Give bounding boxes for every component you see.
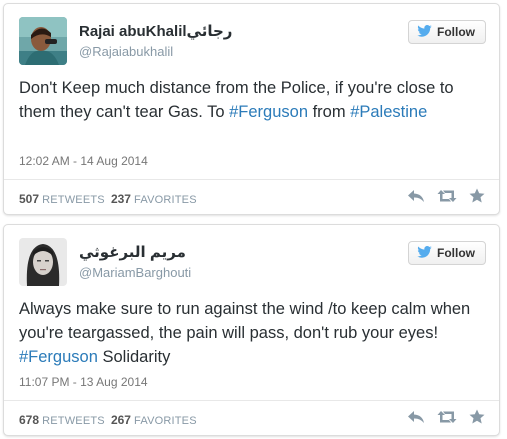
twitter-bird-icon [417, 245, 432, 261]
hashtag-link[interactable]: #Palestine [350, 103, 427, 121]
user-handle[interactable]: @MariamBarghouti [79, 265, 191, 280]
tweet-text-part: Solidarity [97, 348, 171, 366]
tweet-timestamp[interactable]: 11:07 PM - 13 Aug 2014 [19, 375, 148, 389]
favorite-count[interactable]: 267 [111, 413, 131, 427]
retweet-label: RETWEETS [42, 194, 105, 206]
divider [4, 400, 499, 401]
tweet-text-part: Always make sure to run against the wind… [19, 300, 471, 342]
follow-button[interactable]: Follow [408, 241, 486, 265]
reply-icon[interactable] [407, 410, 425, 429]
favorite-label: FAVORITES [134, 415, 197, 427]
display-name-arabic: رجائي [186, 23, 233, 40]
follow-button[interactable]: Follow [408, 20, 486, 44]
twitter-bird-icon [417, 24, 432, 40]
retweet-label: RETWEETS [42, 415, 105, 427]
tweet-embed-page: Rajai abuKhalilرجائي @Rajaiabukhalil Fol… [0, 0, 507, 439]
hashtag-link[interactable]: #Ferguson [19, 348, 98, 366]
tweet-text: Always make sure to run against the wind… [19, 297, 485, 369]
follow-label: Follow [437, 25, 475, 39]
display-name[interactable]: مريم البرغوثي [79, 243, 186, 261]
display-name-arabic: مريم البرغوثي [79, 244, 186, 261]
user-handle[interactable]: @Rajaiabukhalil [79, 44, 173, 59]
avatar[interactable] [19, 17, 67, 65]
hashtag-link[interactable]: #Ferguson [229, 103, 308, 121]
reply-icon[interactable] [407, 189, 425, 208]
divider [4, 179, 499, 180]
tweet-actions [407, 188, 485, 208]
favorite-label: FAVORITES [134, 194, 197, 206]
tweet-card: مريم البرغوثي @MariamBarghouti Follow Al… [3, 224, 500, 436]
follow-label: Follow [437, 246, 475, 260]
retweet-icon[interactable] [437, 189, 457, 208]
tweet-text: Don't Keep much distance from the Police… [19, 76, 485, 124]
tweet-text-part: from [308, 103, 351, 121]
retweet-count[interactable]: 678 [19, 413, 39, 427]
favorite-count[interactable]: 237 [111, 192, 131, 206]
favorite-star-icon[interactable] [469, 188, 485, 208]
tweet-stats: 678 RETWEETS 267 FAVORITES [19, 413, 197, 427]
avatar[interactable] [19, 238, 67, 286]
display-name-latin: Rajai abuKhalil [79, 23, 187, 40]
tweet-actions [407, 409, 485, 429]
display-name[interactable]: Rajai abuKhalilرجائي [79, 22, 232, 40]
tweet-card: Rajai abuKhalilرجائي @Rajaiabukhalil Fol… [3, 3, 500, 215]
tweet-timestamp[interactable]: 12:02 AM - 14 Aug 2014 [19, 154, 148, 168]
favorite-star-icon[interactable] [469, 409, 485, 429]
retweet-count[interactable]: 507 [19, 192, 39, 206]
tweet-stats: 507 RETWEETS 237 FAVORITES [19, 192, 197, 206]
retweet-icon[interactable] [437, 410, 457, 429]
